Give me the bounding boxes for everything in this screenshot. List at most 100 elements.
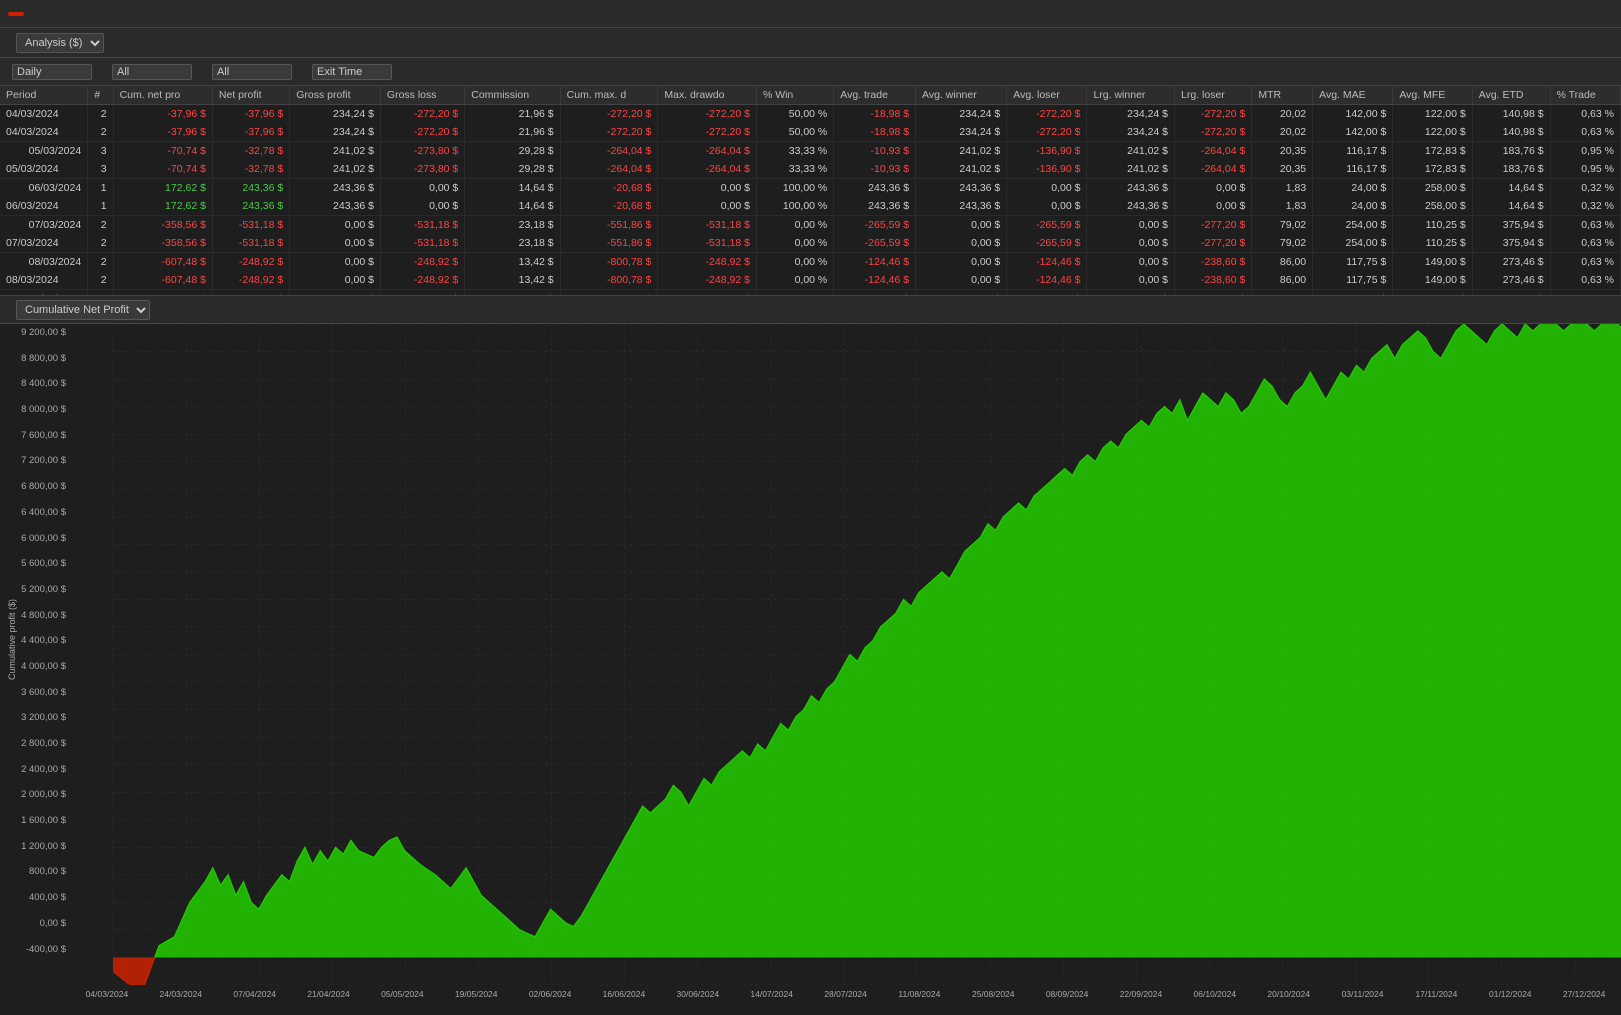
header-cell: Max. drawdo xyxy=(658,86,757,105)
table-cell: 241,02 $ xyxy=(290,142,381,161)
table-cell: 86,00 xyxy=(1252,253,1313,272)
table-cell: -358,56 $ xyxy=(113,216,212,235)
table-cell: 0,00 $ xyxy=(916,253,1007,272)
graph-type-select[interactable]: Cumulative Net Profit xyxy=(16,300,150,320)
data-table: Period#Cum. net proNet profitGross profi… xyxy=(0,86,1621,296)
table-cell: 0,00 $ xyxy=(290,253,381,272)
table-cell: 24,00 $ xyxy=(1313,197,1393,216)
header-cell: Avg. winner xyxy=(916,86,1007,105)
table-cell: -531,18 $ xyxy=(212,234,289,253)
table-cell: 0,00 % xyxy=(756,271,833,290)
table-cell: -277,20 $ xyxy=(1175,234,1252,253)
table-cell: 0,00 $ xyxy=(1175,179,1252,198)
table-cell: 117,75 $ xyxy=(1313,253,1393,272)
table-cell: 254,00 $ xyxy=(1313,234,1393,253)
table-cell: -531,18 $ xyxy=(212,216,289,235)
table-cell: 29,28 $ xyxy=(465,142,560,161)
table-cell: -248,92 $ xyxy=(658,253,757,272)
table-cell: 258,00 $ xyxy=(1393,179,1472,198)
x-axis-label: 16/06/2024 xyxy=(587,989,661,999)
table-cell: 273,46 $ xyxy=(1472,253,1550,272)
table-cell: 20,02 xyxy=(1252,123,1313,142)
table-cell: 241,02 $ xyxy=(290,160,381,179)
table-cell: 1 xyxy=(88,197,113,216)
table-cell: 08/03/2024 xyxy=(0,253,88,272)
header-cell: Net profit xyxy=(212,86,289,105)
y-axis: 9 200,00 $8 800,00 $8 400,00 $8 000,00 $… xyxy=(0,324,70,985)
table-cell: 241,02 $ xyxy=(916,160,1007,179)
table-cell: 0,32 % xyxy=(1550,197,1620,216)
header-row: Period#Cum. net proNet profitGross profi… xyxy=(0,86,1621,105)
x-axis: 04/03/202424/03/202407/04/202421/04/2024… xyxy=(70,985,1621,1015)
table-cell: 375,94 $ xyxy=(1472,216,1550,235)
y-axis-label: 5 600,00 $ xyxy=(2,559,66,569)
table-cell: 1,83 xyxy=(1252,179,1313,198)
table-cell: -238,60 $ xyxy=(1175,271,1252,290)
table-cell: -800,78 $ xyxy=(560,271,658,290)
display-select[interactable]: Analysis ($) xyxy=(16,33,104,53)
table-cell: -551,86 $ xyxy=(560,216,658,235)
table-cell: 234,24 $ xyxy=(290,123,381,142)
table-cell: 149,00 $ xyxy=(1393,253,1472,272)
table-cell: 06/03/2024 xyxy=(0,197,88,216)
y-axis-label: 0,00 $ xyxy=(2,919,66,929)
table-row: 07/03/20242-358,56 $-531,18 $0,00 $-531,… xyxy=(0,234,1621,253)
x-axis-label: 01/12/2024 xyxy=(1473,989,1547,999)
chart-container: 9 200,00 $8 800,00 $8 400,00 $8 000,00 $… xyxy=(0,324,1621,1015)
y-axis-label: -400,00 $ xyxy=(2,945,66,955)
table-cell: -20,68 $ xyxy=(560,197,658,216)
y-axis-label: 8 800,00 $ xyxy=(2,354,66,364)
table-cell: 07/03/2024 xyxy=(0,216,88,235)
header-cell: # xyxy=(88,86,113,105)
table-cell: -248,92 $ xyxy=(212,253,289,272)
table-cell: 0,00 $ xyxy=(1007,179,1087,198)
filter-bar: Daily All All Exit Time xyxy=(0,58,1621,86)
table-cell: -37,96 $ xyxy=(113,123,212,142)
table-cell: -264,04 $ xyxy=(1175,160,1252,179)
table-cell: 243,36 $ xyxy=(1087,179,1175,198)
table-cell: 100,00 % xyxy=(756,179,833,198)
table-cell: 0,00 $ xyxy=(290,234,381,253)
wl-select[interactable]: All xyxy=(212,64,292,80)
header-cell: Lrg. loser xyxy=(1175,86,1252,105)
x-axis-label: 17/11/2024 xyxy=(1399,989,1473,999)
table-cell: -124,46 $ xyxy=(834,271,916,290)
table-cell: 24,00 $ xyxy=(1313,179,1393,198)
longshort-select[interactable]: All xyxy=(112,64,192,80)
table-cell: 122,00 $ xyxy=(1393,123,1472,142)
table-cell: 0,00 $ xyxy=(658,197,757,216)
y-axis-label: 2 400,00 $ xyxy=(2,765,66,775)
x-axis-label: 30/06/2024 xyxy=(661,989,735,999)
x-axis-label: 14/07/2024 xyxy=(735,989,809,999)
table-cell: 13,42 $ xyxy=(465,253,560,272)
table-cell: 2 xyxy=(88,216,113,235)
table-cell: 14,64 $ xyxy=(465,197,560,216)
table-cell: 23,18 $ xyxy=(465,234,560,253)
table-cell: -136,90 $ xyxy=(1007,142,1087,161)
x-axis-label: 02/06/2024 xyxy=(513,989,587,999)
period-select[interactable]: Daily xyxy=(12,64,92,80)
table-cell: 20,02 xyxy=(1252,105,1313,124)
table-cell: 0,00 $ xyxy=(916,216,1007,235)
table-cell: -124,46 $ xyxy=(834,253,916,272)
table-cell: -607,48 $ xyxy=(113,253,212,272)
table-cell: 2 xyxy=(88,253,113,272)
table-cell: 0,00 % xyxy=(756,234,833,253)
strategy-badge xyxy=(8,12,24,16)
table-cell: -70,74 $ xyxy=(113,142,212,161)
y-axis-label: 1 200,00 $ xyxy=(2,842,66,852)
graph-header: Cumulative Net Profit xyxy=(0,296,1621,324)
timebase-select[interactable]: Exit Time xyxy=(312,64,392,80)
table-cell: 04/03/2024 xyxy=(0,105,88,124)
table-cell: 2 xyxy=(88,271,113,290)
table-cell: -264,04 $ xyxy=(1175,142,1252,161)
header-cell: MTR xyxy=(1252,86,1313,105)
table-cell: -37,96 $ xyxy=(212,105,289,124)
y-axis-label: 2 000,00 $ xyxy=(2,790,66,800)
table-cell: 0,63 % xyxy=(1550,123,1620,142)
toolbar: Analysis ($) xyxy=(0,28,1621,58)
table-cell: -124,46 $ xyxy=(1007,253,1087,272)
table-cell: 0,63 % xyxy=(1550,253,1620,272)
table-cell: 243,36 $ xyxy=(834,197,916,216)
y-axis-label: 8 000,00 $ xyxy=(2,405,66,415)
